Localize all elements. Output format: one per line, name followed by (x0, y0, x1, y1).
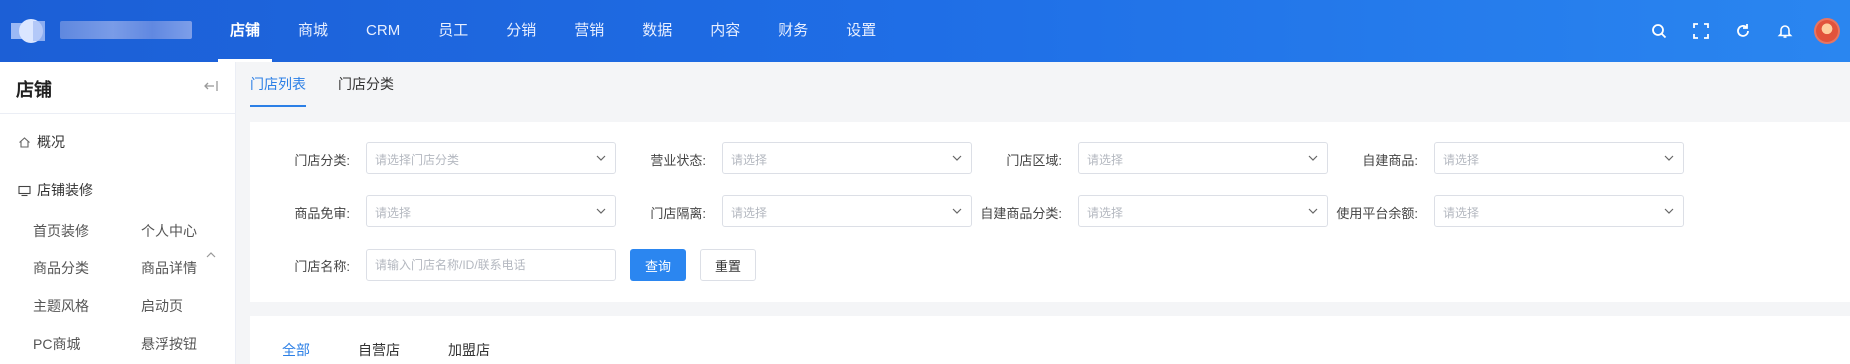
nav-item-crm[interactable]: CRM (366, 0, 400, 62)
avatar[interactable] (1814, 18, 1840, 44)
nav-item-content[interactable]: 内容 (710, 0, 740, 62)
chevron-down-icon (1664, 155, 1674, 161)
nav-item-marketing[interactable]: 营销 (574, 0, 604, 62)
filter-label-store-isolation: 门店隔离: (650, 206, 706, 221)
sidebar-divider (0, 113, 236, 114)
sidebar-item-label: 概况 (37, 134, 65, 150)
store-name-input[interactable] (366, 249, 616, 281)
top-navigation-bar: 店铺 商城 CRM 员工 分销 营销 数据 内容 财务 设置 (0, 0, 1850, 62)
tab-self-operated[interactable]: 自营店 (358, 340, 400, 360)
select-placeholder: 请选择 (375, 206, 412, 220)
filter-label-store-name: 门店名称: (294, 259, 350, 274)
home-icon (19, 136, 30, 148)
tab-franchise[interactable]: 加盟店 (448, 340, 490, 360)
brand-logo[interactable] (11, 15, 47, 47)
nav-item-distribution[interactable]: 分销 (506, 0, 536, 62)
brand-name-blurred (60, 21, 192, 39)
nav-item-mall[interactable]: 商城 (298, 0, 328, 62)
select-placeholder: 请选择 (1443, 206, 1480, 220)
filter-label-self-built-category: 自建商品分类: (980, 206, 1062, 221)
refresh-icon[interactable] (1722, 10, 1764, 52)
self-built-products-select[interactable]: 请选择 (1434, 142, 1684, 174)
page-tabs: 门店列表 门店分类 (236, 62, 1850, 107)
tab-store-category[interactable]: 门店分类 (338, 62, 394, 106)
filter-label-self-built-products: 自建商品: (1362, 153, 1418, 168)
nav-item-settings[interactable]: 设置 (846, 0, 876, 62)
filter-label-platform-balance: 使用平台余额: (1336, 206, 1418, 221)
sidebar-subitem-category[interactable]: 商品分类 (33, 258, 89, 278)
nav-item-staff[interactable]: 员工 (438, 0, 468, 62)
store-category-select[interactable]: 请选择门店分类 (366, 142, 616, 174)
self-built-category-select[interactable]: 请选择 (1078, 195, 1328, 227)
tab-all[interactable]: 全部 (282, 340, 310, 360)
platform-balance-select[interactable]: 请选择 (1434, 195, 1684, 227)
sidebar-title: 店铺 (16, 80, 52, 100)
nav-item-shop[interactable]: 店铺 (217, 0, 273, 62)
fullscreen-icon[interactable] (1680, 10, 1722, 52)
toolbar-icons (1638, 0, 1850, 62)
main-nav: 店铺 商城 CRM 员工 分销 营销 数据 内容 财务 设置 (217, 0, 914, 62)
reset-button[interactable]: 重置 (700, 249, 756, 281)
chevron-up-icon[interactable] (206, 246, 216, 262)
sidebar-subitem-product-detail[interactable]: 商品详情 (141, 258, 197, 278)
store-type-tabs: 全部 自营店 加盟店 (250, 316, 1850, 364)
filter-label-store-category: 门店分类: (294, 153, 350, 168)
bell-icon[interactable] (1764, 10, 1806, 52)
filter-label-product-review-exempt: 商品免审: (294, 206, 350, 221)
store-region-select[interactable]: 请选择 (1078, 142, 1328, 174)
sidebar-subitem-pc-mall[interactable]: PC商城 (33, 334, 80, 354)
monitor-icon (18, 185, 31, 196)
select-placeholder: 请选择 (1087, 206, 1124, 220)
select-placeholder: 请选择 (731, 153, 768, 167)
collapse-sidebar-icon[interactable] (203, 78, 219, 94)
sidebar: 店铺 概况 店铺装修 首页装修 个人中心 商品分类 商品详情 主题风格 启动页 … (0, 62, 236, 364)
select-placeholder: 请选择 (1443, 153, 1480, 167)
select-placeholder: 请选择门店分类 (375, 153, 460, 167)
business-status-select[interactable]: 请选择 (722, 142, 972, 174)
select-placeholder: 请选择 (731, 206, 768, 220)
query-button[interactable]: 查询 (630, 249, 686, 281)
sidebar-subitem-home-decoration[interactable]: 首页装修 (33, 221, 89, 241)
sidebar-item-overview[interactable]: 概况 (18, 132, 65, 152)
filter-label-business-status: 营业状态: (650, 153, 706, 168)
nav-item-data[interactable]: 数据 (642, 0, 672, 62)
select-placeholder: 请选择 (1087, 153, 1124, 167)
store-isolation-select[interactable]: 请选择 (722, 195, 972, 227)
tab-store-list[interactable]: 门店列表 (250, 62, 306, 107)
chevron-down-icon (1664, 208, 1674, 214)
filter-label-store-region: 门店区域: (1006, 153, 1062, 168)
sidebar-subitem-floating-button[interactable]: 悬浮按钮 (141, 334, 197, 354)
sidebar-subitem-personal-center[interactable]: 个人中心 (141, 221, 197, 241)
product-review-exempt-select[interactable]: 请选择 (366, 195, 616, 227)
search-icon[interactable] (1638, 10, 1680, 52)
nav-item-finance[interactable]: 财务 (778, 0, 808, 62)
sidebar-subitem-splash[interactable]: 启动页 (141, 296, 183, 316)
sidebar-subitem-theme[interactable]: 主题风格 (33, 296, 89, 316)
sidebar-group-label: 店铺装修 (37, 182, 93, 198)
sidebar-group-decoration[interactable]: 店铺装修 (18, 180, 93, 200)
filter-panel: 门店分类: 请选择门店分类 营业状态: 请选择 门店区域: 请选择 自建商品: … (250, 122, 1850, 302)
